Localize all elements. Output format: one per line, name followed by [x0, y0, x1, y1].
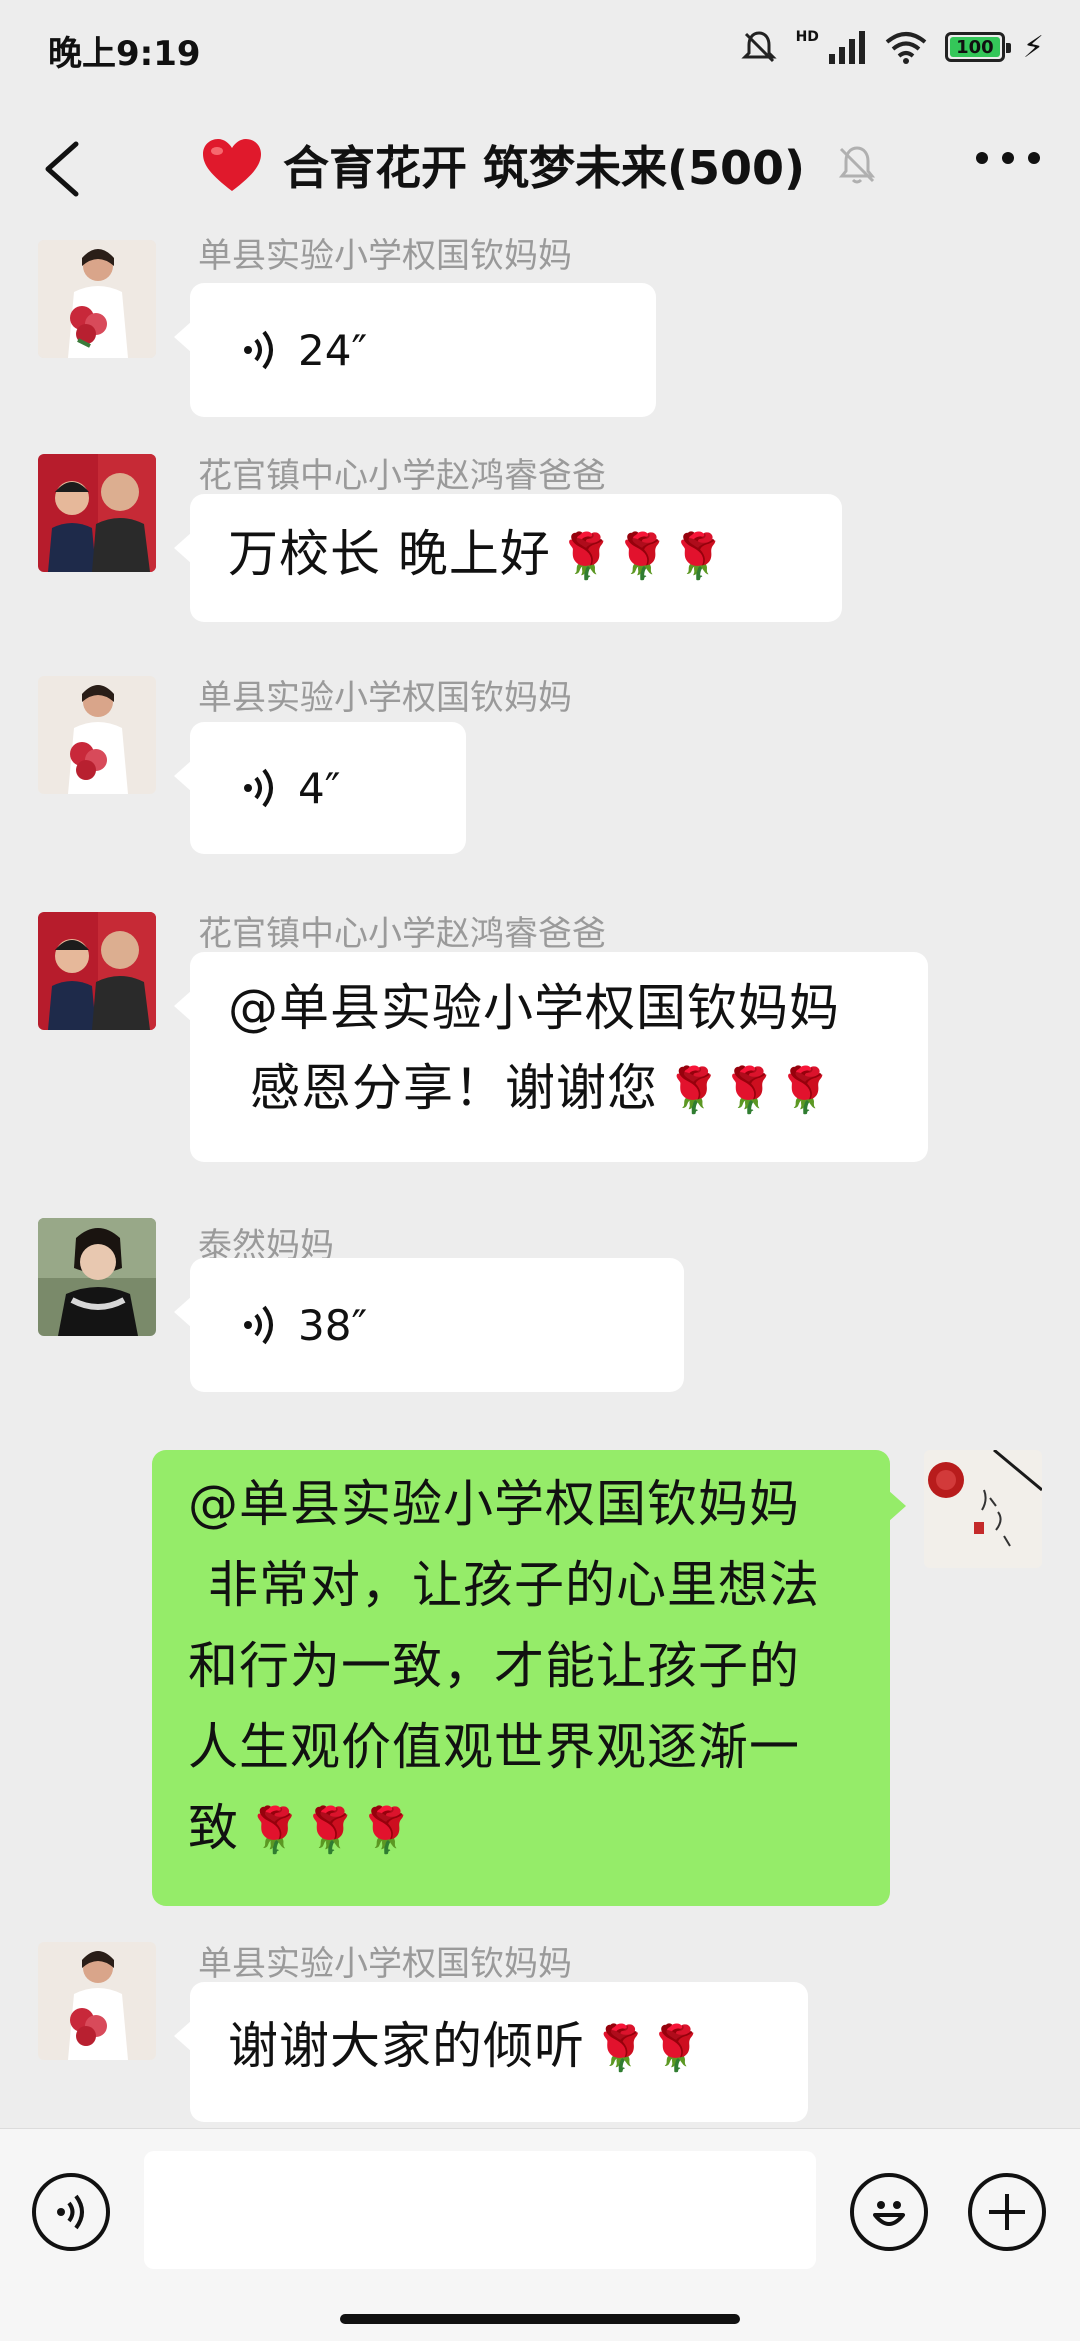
rose-emoji: 🌹🌹🌹 [558, 531, 727, 582]
home-indicator[interactable] [340, 2314, 740, 2324]
message-input[interactable] [144, 2151, 816, 2269]
message-list[interactable]: 单县实验小学权国钦妈妈 24″ 花官镇中心小学赵鸿睿爸爸 万校长 晚上好🌹🌹🌹 [0, 238, 1080, 2128]
voice-message-bubble[interactable]: 4″ [174, 722, 466, 854]
message-text-line: 人生观价值观世界观逐渐一 [188, 1718, 800, 1776]
plus-button[interactable] [968, 2173, 1046, 2251]
message-text-line: @单县实验小学权国钦妈妈 [188, 1475, 800, 1533]
network-type: HD [795, 29, 819, 45]
dnd-icon [740, 31, 777, 63]
more-icon[interactable] [976, 152, 1040, 164]
avatar[interactable] [38, 454, 156, 572]
sender-name: 花官镇中心小学赵鸿睿爸爸 [198, 914, 606, 954]
avatar[interactable] [38, 1218, 156, 1336]
voice-message-bubble[interactable]: 38″ [174, 1258, 684, 1392]
heart-icon [202, 139, 261, 191]
avatar[interactable] [38, 676, 156, 794]
avatar[interactable] [38, 912, 156, 1030]
status-bar: 晚上9:19 HD 100 ⚡ [0, 0, 1080, 96]
emoji-icon [873, 2201, 905, 2226]
battery-icon: 100 [944, 32, 1011, 62]
voice-input-icon [57, 2194, 84, 2230]
rose-emoji: 🌹🌹 [593, 2023, 705, 2074]
emoji-button[interactable] [850, 2173, 928, 2251]
signal-icon [828, 31, 865, 64]
input-bar [0, 2128, 1080, 2341]
avatar-self[interactable] [924, 1450, 1042, 1568]
mute-bell-icon [838, 146, 876, 184]
chat-title-group[interactable]: 合育花开 筑梦未来(500) [0, 132, 1080, 198]
message-text-line: 感恩分享！谢谢您 [250, 1059, 658, 1117]
avatar[interactable] [38, 240, 156, 358]
chat-title: 合育花开 筑梦未来(500) [282, 141, 806, 195]
message-text-line: 致 [188, 1799, 239, 1857]
voice-wave-icon [244, 330, 273, 370]
rose-emoji: 🌹🌹🌹 [247, 1805, 415, 1856]
sender-name: 花官镇中心小学赵鸿睿爸爸 [198, 456, 606, 496]
avatar[interactable] [38, 1942, 156, 2060]
rose-emoji: 🌹🌹🌹 [666, 1065, 834, 1116]
plus-icon [989, 2194, 1025, 2230]
voice-wave-icon [244, 768, 273, 808]
message-text: 万校长 晚上好 [228, 525, 551, 583]
text-message-bubble[interactable]: @单县实验小学权国钦妈妈 感恩分享！谢谢您 🌹🌹🌹 [174, 952, 928, 1162]
message-text-line: 非常对，让孩子的心里想法 [208, 1556, 820, 1614]
status-time: 晚上9:19 [48, 34, 201, 74]
battery-level: 100 [956, 36, 994, 58]
voice-input-button[interactable] [32, 2173, 110, 2251]
chat-header: 合育花开 筑梦未来(500) [0, 96, 1080, 238]
text-message-bubble-self[interactable]: @单县实验小学权国钦妈妈 非常对，让孩子的心里想法 和行为一致，才能让孩子的 人… [152, 1450, 906, 1906]
message-text: 谢谢大家的倾听 [228, 2017, 585, 2075]
message-text-line: @单县实验小学权国钦妈妈 [228, 979, 840, 1037]
status-icons: HD 100 ⚡ [740, 22, 1044, 72]
voice-duration: 24″ [298, 325, 368, 375]
message-text-line: 和行为一致，才能让孩子的 [188, 1637, 800, 1695]
charging-icon: ⚡ [1022, 29, 1044, 65]
voice-duration: 38″ [298, 1300, 368, 1350]
sender-name: 单县实验小学权国钦妈妈 [198, 1944, 572, 1984]
voice-message-bubble[interactable]: 24″ [174, 283, 656, 417]
wifi-icon [885, 32, 927, 64]
voice-duration: 4″ [298, 763, 341, 813]
voice-wave-icon [244, 1305, 273, 1345]
text-message-bubble[interactable]: 谢谢大家的倾听 🌹🌹 [174, 1982, 808, 2122]
sender-name: 单县实验小学权国钦妈妈 [198, 238, 572, 276]
text-message-bubble[interactable]: 万校长 晚上好 🌹🌹🌹 [174, 494, 842, 622]
sender-name: 单县实验小学权国钦妈妈 [198, 678, 572, 718]
